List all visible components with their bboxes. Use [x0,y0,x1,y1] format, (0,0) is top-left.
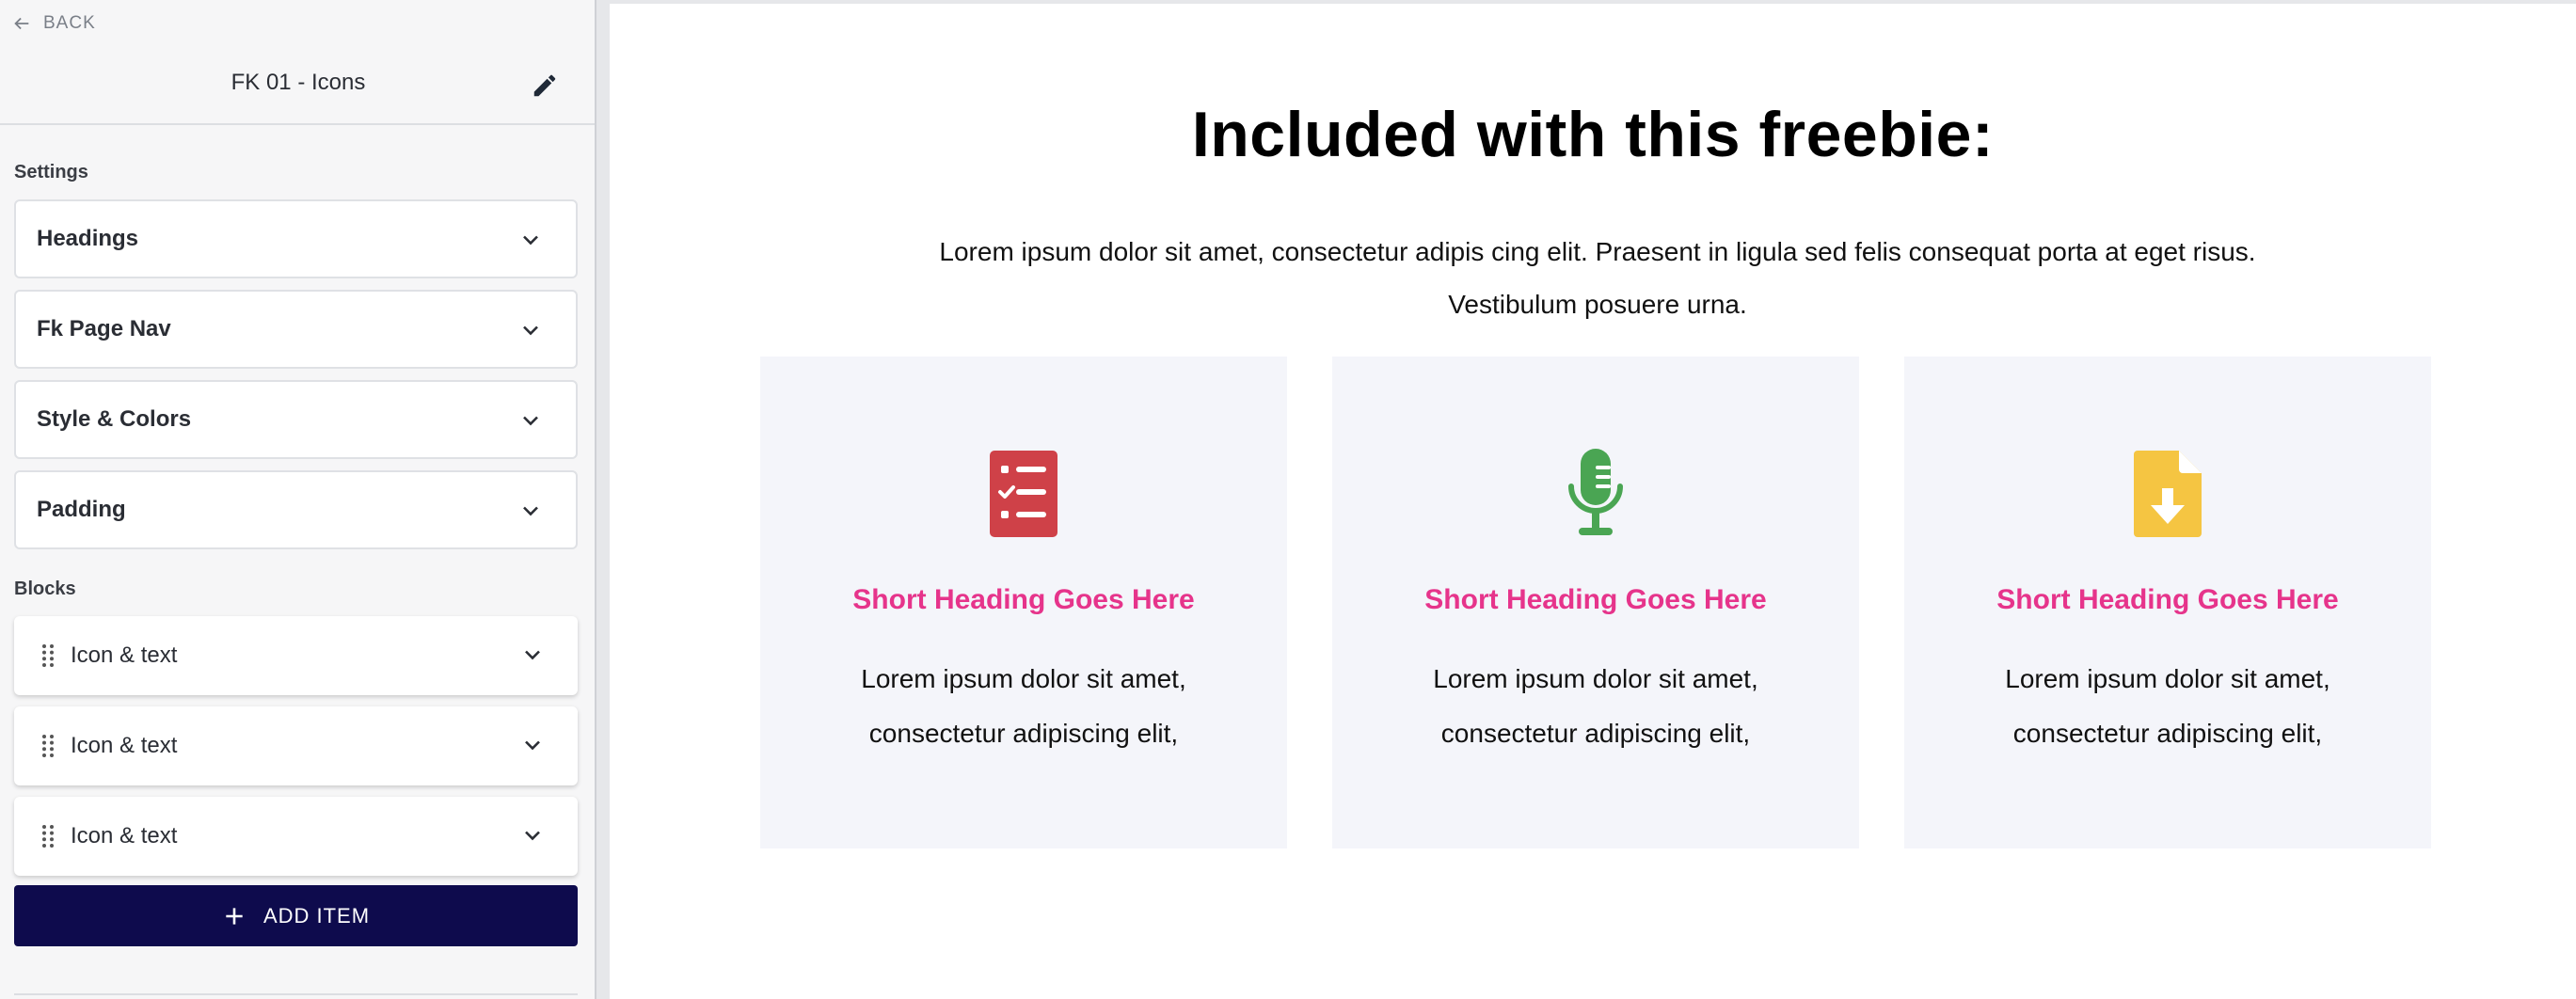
chevron-down-icon [525,831,540,841]
drag-handle-icon[interactable] [40,733,56,759]
chevron-down-icon [523,235,538,246]
block-item-label: Icon & text [71,823,178,848]
editor-sidebar: BACK FK 01 - Icons Settings Headings Fk … [0,0,596,999]
checklist-icon [990,451,1057,537]
feature-card: Short Heading Goes Here Lorem ipsum dolo… [1904,357,2431,848]
chevron-down-icon [525,740,540,751]
card-heading: Short Heading Goes Here [1424,584,1767,615]
section-heading: Included with this freebie: [1191,99,1995,170]
block-item-label: Icon & text [71,642,178,668]
chevron-down-icon [525,650,540,660]
add-item-button[interactable]: ADD ITEM [14,885,578,946]
card-heading: Short Heading Goes Here [1996,584,2339,615]
chevron-down-icon [523,325,538,336]
back-link[interactable]: BACK [11,9,96,38]
microphone-icon [1568,449,1623,535]
settings-headings-accordion[interactable]: Headings [14,199,578,278]
back-label: BACK [43,13,96,33]
accordion-label: Fk Page Nav [37,316,171,341]
accordion-label: Headings [37,226,139,251]
drag-handle-icon[interactable] [40,823,56,849]
accordion-label: Style & Colors [37,406,192,432]
settings-padding-accordion[interactable]: Padding [14,470,578,549]
feature-card: Short Heading Goes Here Lorem ipsum dolo… [1332,357,1859,848]
settings-style-colors-accordion[interactable]: Style & Colors [14,380,578,459]
card-heading: Short Heading Goes Here [852,584,1195,615]
accordion-label: Padding [37,497,126,522]
add-item-label: ADD ITEM [262,903,371,928]
card-text: Lorem ipsum dolor sit amet, consectetur … [861,664,1186,748]
card-text: Lorem ipsum dolor sit amet, consectetur … [1433,664,1758,748]
section-intro-text: Lorem ipsum dolor sit amet, consectetur … [939,237,2256,319]
divider [0,123,595,125]
chevron-down-icon [523,416,538,426]
divider [14,993,578,995]
settings-section-label: Settings [14,162,88,182]
block-title-row: FK 01 - Icons [0,58,596,107]
blocks-section-label: Blocks [14,579,76,599]
plus-icon [226,907,243,925]
feature-card: Short Heading Goes Here Lorem ipsum dolo… [760,357,1287,848]
settings-fk-page-nav-accordion[interactable]: Fk Page Nav [14,290,578,369]
block-item-accordion[interactable]: Icon & text [14,706,578,785]
edit-title-button[interactable] [529,70,561,102]
file-download-icon [2134,451,2202,537]
block-title: FK 01 - Icons [231,70,366,95]
drag-handle-icon[interactable] [40,642,56,669]
pencil-icon [533,74,556,97]
chevron-down-icon [523,506,538,516]
card-text: Lorem ipsum dolor sit amet, consectetur … [2005,664,2330,748]
block-item-label: Icon & text [71,733,178,758]
block-item-accordion[interactable]: Icon & text [14,616,578,695]
arrow-left-icon [14,17,29,30]
page-preview: Included with this freebie: Lorem ipsum … [610,4,2576,999]
block-item-accordion[interactable]: Icon & text [14,797,578,876]
